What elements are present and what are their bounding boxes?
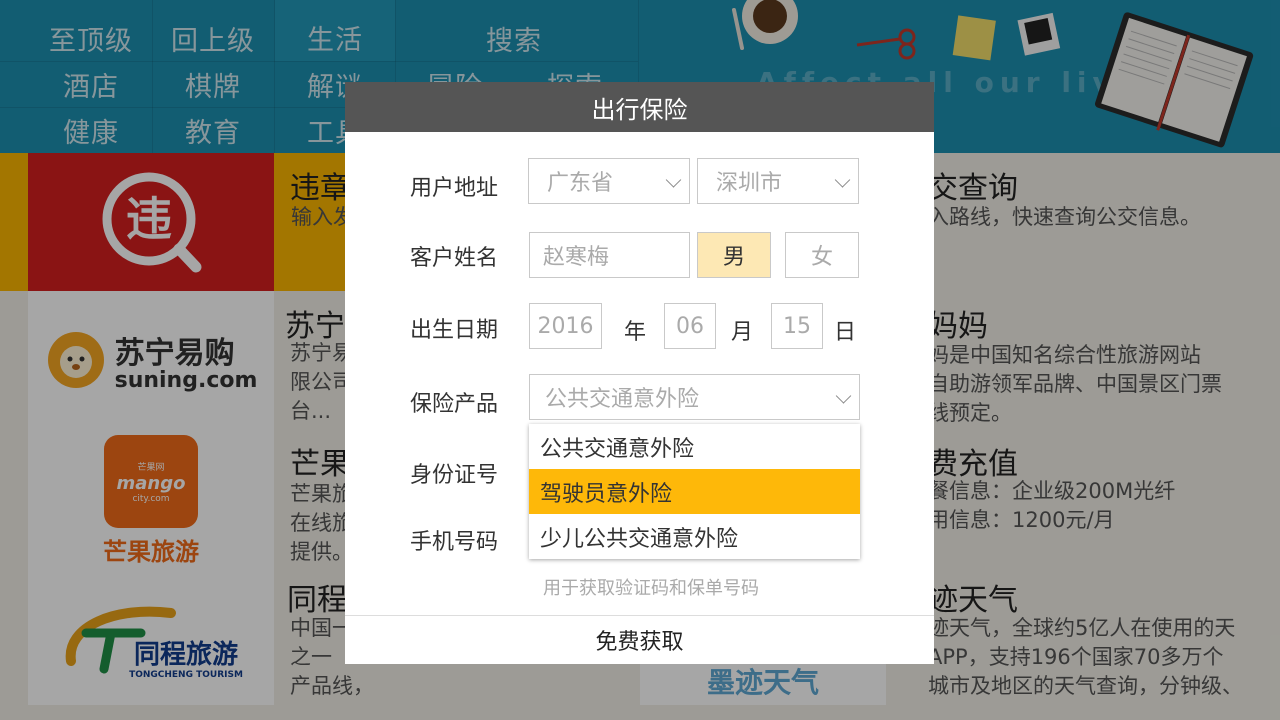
birth-month-value: 06 [676,313,704,339]
city-value: 深圳市 [716,171,783,196]
gender-male-label: 男 [722,245,745,270]
product-select[interactable]: 公共交通意外险 [529,374,860,420]
phone-hint: 用于获取验证码和保单号码 [543,578,759,599]
phone-label: 手机号码 [410,530,499,555]
product-dropdown-list: 公共交通意外险 驾驶员意外险 少儿公共交通意外险 [529,424,860,559]
year-unit: 年 [624,320,647,345]
birth-month-input[interactable]: 06 [664,303,716,349]
address-label: 用户地址 [410,176,499,201]
id-number-label: 身份证号 [410,463,499,488]
chevron-down-icon [665,172,682,188]
chevron-down-icon [835,388,852,404]
birth-year-value: 2016 [537,313,594,339]
gender-female-button[interactable]: 女 [785,232,859,278]
birth-day-value: 15 [783,313,811,339]
month-unit: 月 [731,320,754,345]
travel-insurance-dialog: 出行保险 用户地址 广东省 深圳市 客户姓名 赵寒梅 男 女 出生日期 2016… [345,82,934,664]
birth-date-label: 出生日期 [410,318,499,343]
province-value: 广东省 [547,171,614,196]
province-select[interactable]: 广东省 [528,158,690,204]
day-unit: 日 [834,320,857,345]
gender-male-button[interactable]: 男 [697,232,771,278]
city-select[interactable]: 深圳市 [697,158,859,204]
dialog-title: 出行保险 [345,82,934,132]
dropdown-option[interactable]: 少儿公共交通意外险 [529,514,860,559]
dropdown-option-selected[interactable]: 驾驶员意外险 [529,469,860,514]
name-input[interactable]: 赵寒梅 [529,232,690,278]
free-get-button[interactable]: 免费获取 [345,615,934,664]
name-placeholder: 赵寒梅 [543,245,610,270]
birth-year-input[interactable]: 2016 [529,303,602,349]
birth-day-input[interactable]: 15 [771,303,823,349]
chevron-down-icon [834,172,851,188]
name-label: 客户姓名 [410,246,499,271]
product-value: 公共交通意外险 [545,387,700,412]
gender-female-label: 女 [810,245,833,270]
product-label: 保险产品 [410,392,499,417]
dropdown-option[interactable]: 公共交通意外险 [529,424,860,469]
